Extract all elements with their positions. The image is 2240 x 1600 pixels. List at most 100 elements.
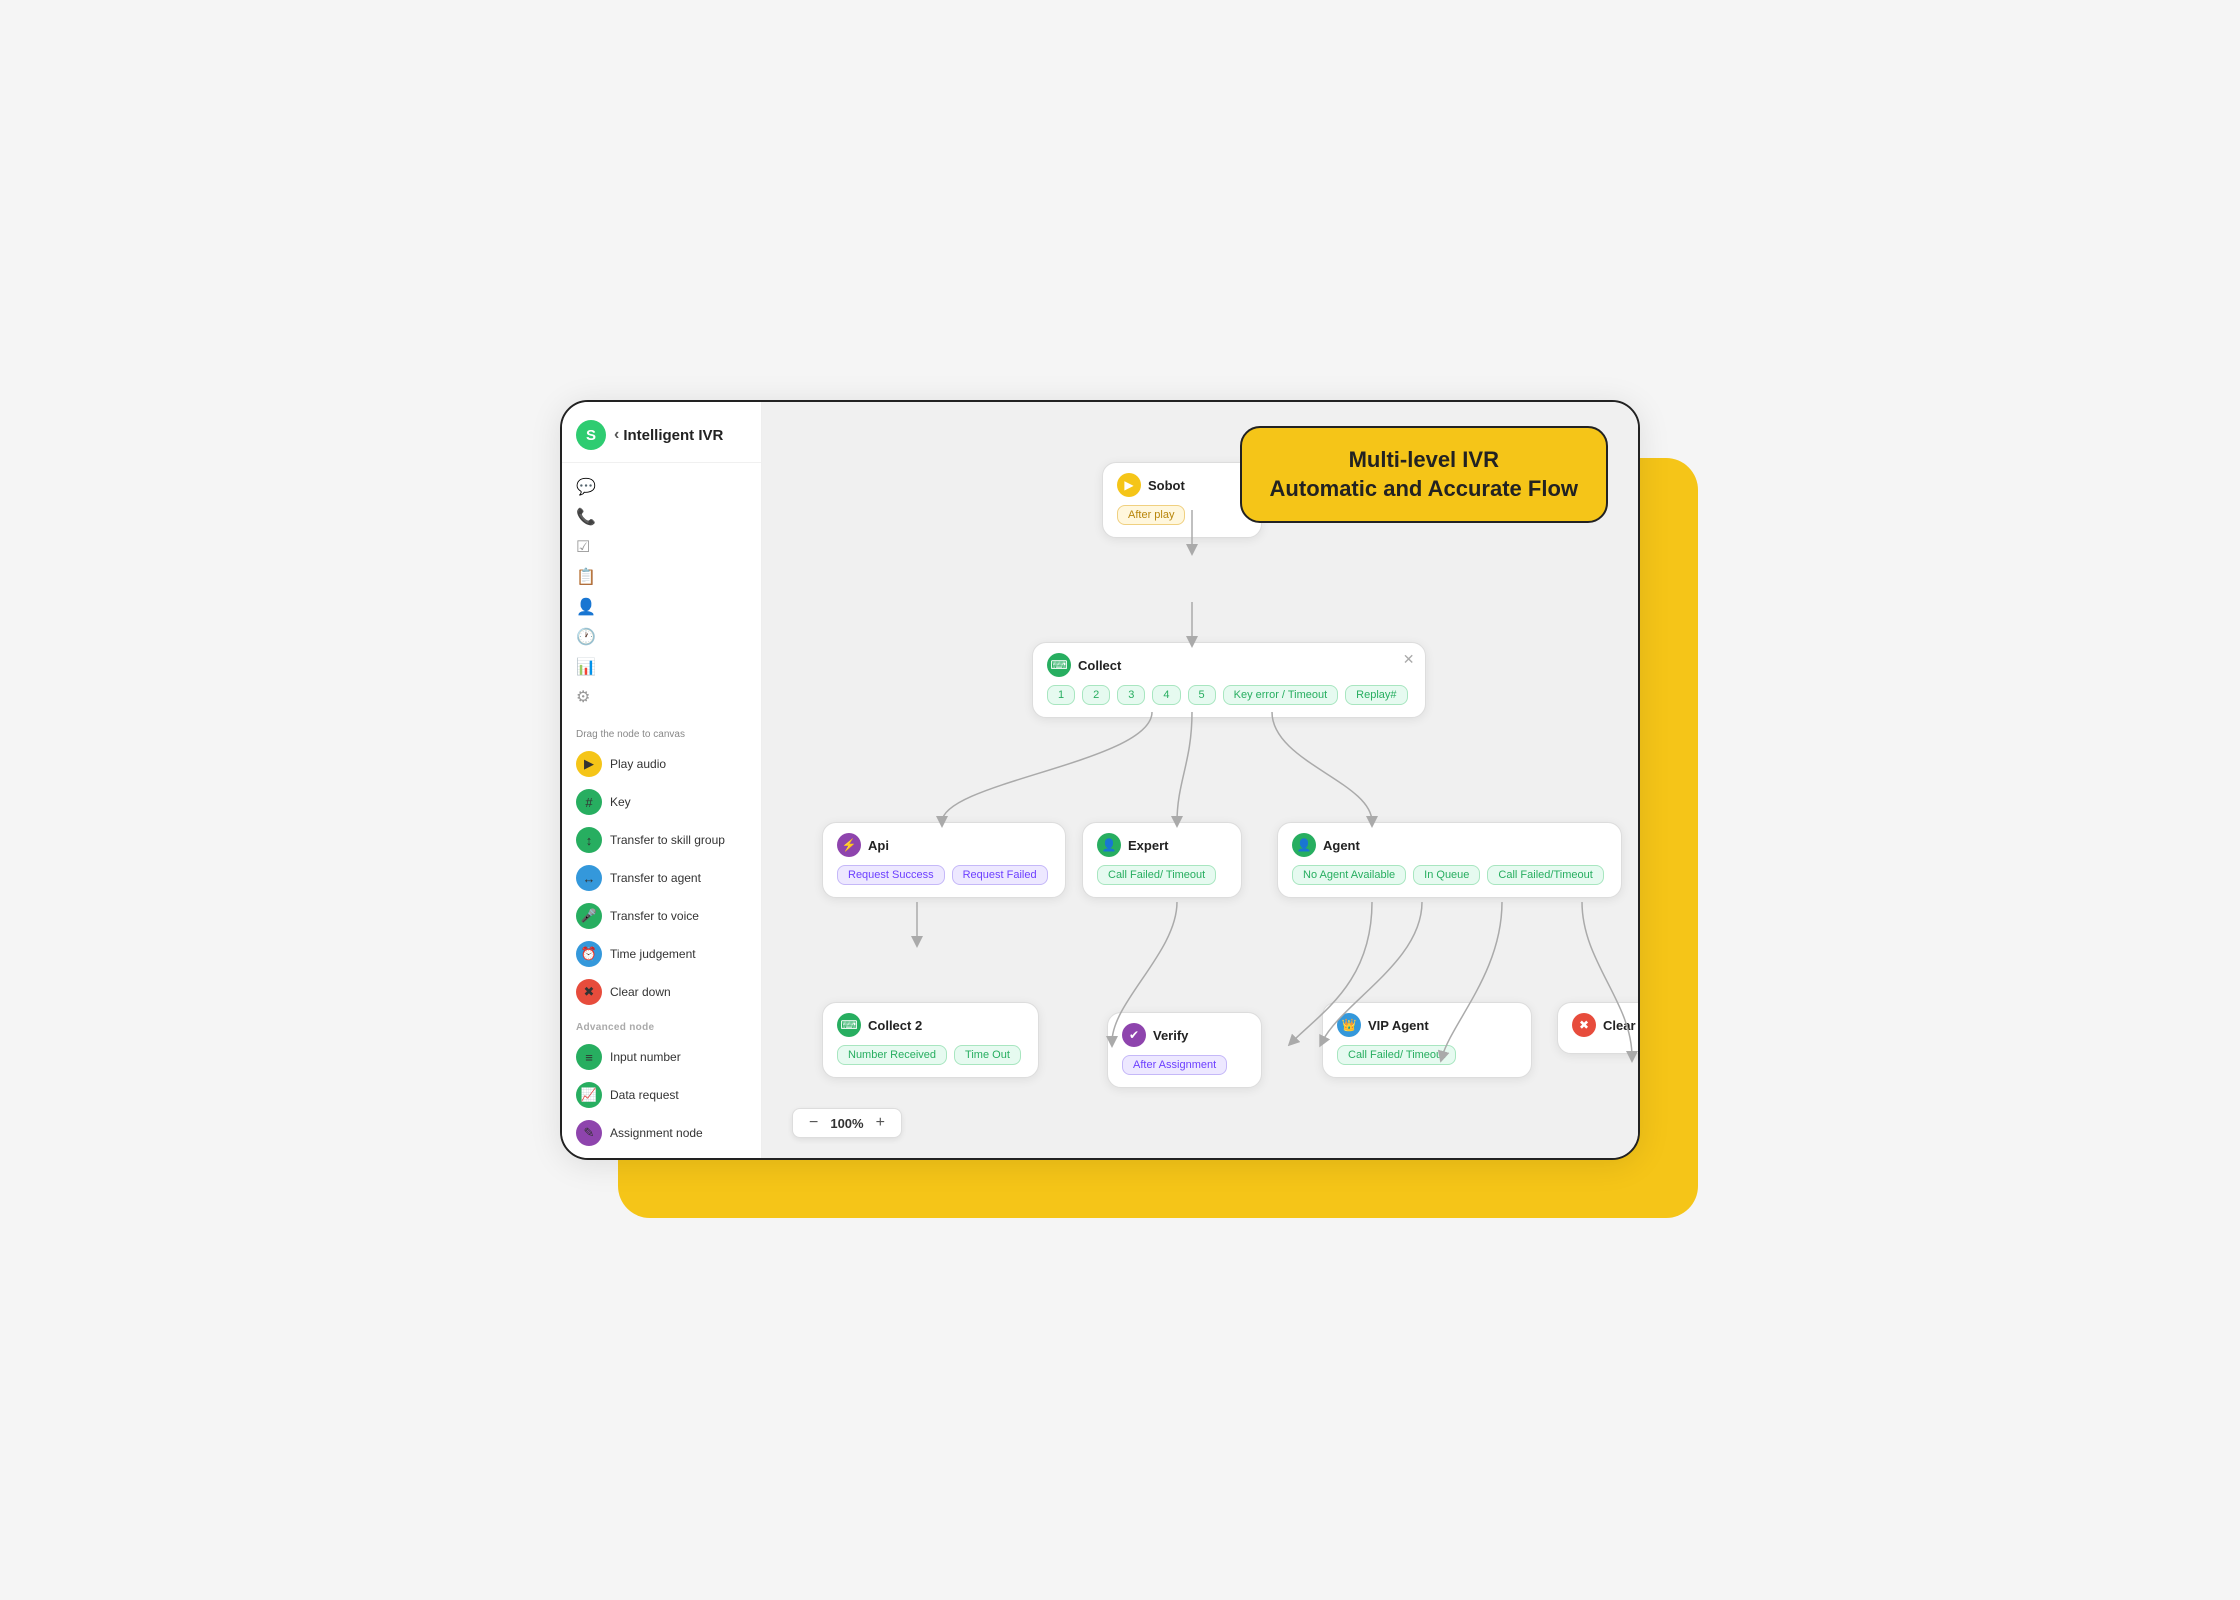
verify-badges: After Assignment [1122,1053,1247,1077]
sidebar-icon-clock[interactable]: 🕐 [572,623,751,651]
agent-badge-failed: Call Failed/Timeout [1487,865,1603,885]
callout-line1: Multi-level IVR [1270,446,1578,475]
sidebar-icon-gear[interactable]: ⚙ [572,683,751,711]
collect2-title: Collect 2 [868,1018,922,1033]
transfer-skill-icon: ↕ [576,827,602,853]
play-audio-icon: ▶ [576,751,602,777]
vip-agent-badge: Call Failed/ Timeout [1337,1045,1456,1065]
api-node-header: ⚡ Api [837,833,1051,857]
sidebar: S ‹ Intelligent IVR 💬 📞 ☑ 📋 [562,402,762,1158]
clear-down-node-icon: ✖ [1572,1013,1596,1037]
api-node[interactable]: ⚡ Api Request Success Request Failed [822,822,1066,898]
sobot-node[interactable]: ▶ Sobot After play [1102,462,1262,538]
node-input-number[interactable]: ≡ Input number [572,1039,751,1075]
basic-node-list: ▶ Play audio # Key ↕ Transfer to skill g… [562,744,761,1012]
collect-node[interactable]: ✕ ⌨ Collect 1 2 3 4 5 Key error / Timeou… [1032,642,1426,718]
vip-agent-icon: 👑 [1337,1013,1361,1037]
transfer-skill-label: Transfer to skill group [610,833,725,847]
api-badge-failed: Request Failed [952,865,1048,885]
verify-icon: ✔ [1122,1023,1146,1047]
agent-badge-no-agent: No Agent Available [1292,865,1406,885]
expert-node[interactable]: 👤 Expert Call Failed/ Timeout [1082,822,1242,898]
node-clear-down[interactable]: ✖ Clear down [572,974,751,1010]
agent-icon: 👤 [1292,833,1316,857]
vip-agent-badges: Call Failed/ Timeout [1337,1043,1517,1067]
node-branch[interactable]: ⑂ Branch [572,1153,751,1158]
sobot-icon: ▶ [1117,473,1141,497]
canvas-area[interactable]: Multi-level IVR Automatic and Accurate F… [762,402,1638,1158]
collect-key-replay: Replay# [1345,685,1407,705]
zoom-out-button[interactable]: − [805,1114,822,1132]
clear-down-node-header: ✖ Clear Down [1572,1013,1638,1037]
collect-key-4: 4 [1152,685,1180,705]
api-title: Api [868,838,889,853]
main-card: S ‹ Intelligent IVR 💬 📞 ☑ 📋 [560,400,1640,1160]
clear-down-icon: ✖ [576,979,602,1005]
expert-icon: 👤 [1097,833,1121,857]
agent-title: Agent [1323,838,1360,853]
sobot-badge: After play [1117,505,1185,525]
collect2-badge-received: Number Received [837,1045,947,1065]
node-key[interactable]: # Key [572,784,751,820]
advanced-section-label: Advanced node [562,1012,761,1037]
drag-label: Drag the node to canvas [562,721,761,744]
avatar: S [576,420,606,450]
collect-key-2: 2 [1082,685,1110,705]
api-badge-success: Request Success [837,865,945,885]
clear-down-node[interactable]: ✖ Clear Down [1557,1002,1638,1054]
node-play-audio[interactable]: ▶ Play audio [572,746,751,782]
sidebar-icon-chat[interactable]: 💬 [572,473,751,501]
clear-down-title: Clear Down [1603,1018,1638,1033]
key-label: Key [610,795,631,809]
expert-badges: Call Failed/ Timeout [1097,863,1227,887]
back-arrow-icon: ‹ [614,426,619,444]
collect-badges: 1 2 3 4 5 Key error / Timeout Replay# [1047,683,1411,707]
vip-agent-node-header: 👑 VIP Agent [1337,1013,1517,1037]
sidebar-icon-chart[interactable]: 📊 [572,653,751,681]
collect-icon: ⌨ [1047,653,1071,677]
vip-agent-title: VIP Agent [1368,1018,1429,1033]
verify-badge: After Assignment [1122,1055,1227,1075]
expert-badge: Call Failed/ Timeout [1097,865,1216,885]
callout-box: Multi-level IVR Automatic and Accurate F… [1240,426,1608,523]
transfer-voice-icon: 🎤 [576,903,602,929]
node-transfer-skill[interactable]: ↕ Transfer to skill group [572,822,751,858]
zoom-level: 100% [830,1116,863,1131]
agent-badge-queue: In Queue [1413,865,1480,885]
collect-key-5: 5 [1188,685,1216,705]
verify-node-header: ✔ Verify [1122,1023,1247,1047]
node-data-request[interactable]: 📈 Data request [572,1077,751,1113]
collect-close-button[interactable]: ✕ [1403,651,1415,668]
sidebar-icon-clipboard[interactable]: 📋 [572,563,751,591]
sidebar-icon-phone[interactable]: 📞 [572,503,751,531]
collect-title: Collect [1078,658,1121,673]
zoom-controls: − 100% + [792,1108,902,1138]
data-request-icon: 📈 [576,1082,602,1108]
sidebar-icon-check[interactable]: ☑ [572,533,751,561]
node-assignment[interactable]: ✎ Assignment node [572,1115,751,1151]
expert-title: Expert [1128,838,1168,853]
verify-node[interactable]: ✔ Verify After Assignment [1107,1012,1262,1088]
assignment-label: Assignment node [610,1126,703,1140]
verify-title: Verify [1153,1028,1188,1043]
clear-down-label: Clear down [610,985,671,999]
node-transfer-voice[interactable]: 🎤 Transfer to voice [572,898,751,934]
sidebar-icon-user[interactable]: 👤 [572,593,751,621]
back-button[interactable]: ‹ Intelligent IVR [614,426,723,444]
collect-key-1: 1 [1047,685,1075,705]
node-time-judgement[interactable]: ⏰ Time judgement [572,936,751,972]
assignment-icon: ✎ [576,1120,602,1146]
collect-node-header: ⌨ Collect [1047,653,1411,677]
agent-node[interactable]: 👤 Agent No Agent Available In Queue Call… [1277,822,1622,898]
node-transfer-agent[interactable]: ↔ Transfer to agent [572,860,751,896]
agent-node-header: 👤 Agent [1292,833,1607,857]
input-number-icon: ≡ [576,1044,602,1070]
play-audio-label: Play audio [610,757,666,771]
sidebar-icon-strip: 💬 📞 ☑ 📋 👤 🕐 📊 [562,463,761,721]
collect2-node[interactable]: ⌨ Collect 2 Number Received Time Out [822,1002,1039,1078]
transfer-voice-label: Transfer to voice [610,909,699,923]
input-number-label: Input number [610,1050,681,1064]
agent-badges: No Agent Available In Queue Call Failed/… [1292,863,1607,887]
vip-agent-node[interactable]: 👑 VIP Agent Call Failed/ Timeout [1322,1002,1532,1078]
zoom-in-button[interactable]: + [872,1114,889,1132]
